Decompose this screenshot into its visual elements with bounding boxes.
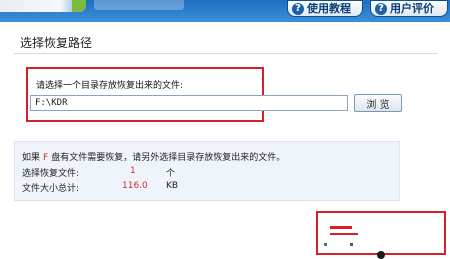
user-review-label: 用户评价 [390,2,434,15]
logo-shape [72,0,86,12]
app-title-banner [94,0,184,10]
red-mark [330,233,358,235]
section-title: 选择恢复路径 [20,36,93,50]
review-icon: ? [375,2,387,15]
red-mark [330,226,352,229]
app-logo [0,0,86,12]
divider [14,53,438,54]
total-size-unit: KB [166,181,179,191]
help-tutorial-button[interactable]: ? 使用教程 [287,0,363,17]
total-size-label: 文件大小总计: [22,184,80,194]
warning-suffix: 盘有文件需要恢复，请另外选择目录存放恢复出来的文件。 [51,153,286,163]
help-tutorial-label: 使用教程 [307,2,351,15]
user-review-button[interactable]: ? 用户评价 [370,0,448,17]
recovery-path-prompt: 请选择一个目录存放恢复出来的文件: [36,81,184,91]
drive-warning: 如果 F 盘有文件需要恢复，请另外选择目录存放恢复出来的文件。 [22,150,285,163]
top-bar: ? 使用教程 ? 用户评价 [0,0,450,22]
selected-files-count: 1 [130,166,136,176]
browse-button[interactable]: 浏 览 [354,94,402,112]
selected-files-unit: 个 [166,169,176,179]
warning-prefix: 如果 [22,153,41,163]
pin-icon [377,251,385,259]
recovery-path-input[interactable] [30,95,348,111]
help-icon: ? [292,2,304,15]
drive-letter: F [43,153,49,163]
gray-dot [350,243,353,246]
green-dot [324,243,327,246]
selected-files-label: 选择恢复文件: [22,169,80,179]
total-size-value: 116.0 [122,181,148,191]
